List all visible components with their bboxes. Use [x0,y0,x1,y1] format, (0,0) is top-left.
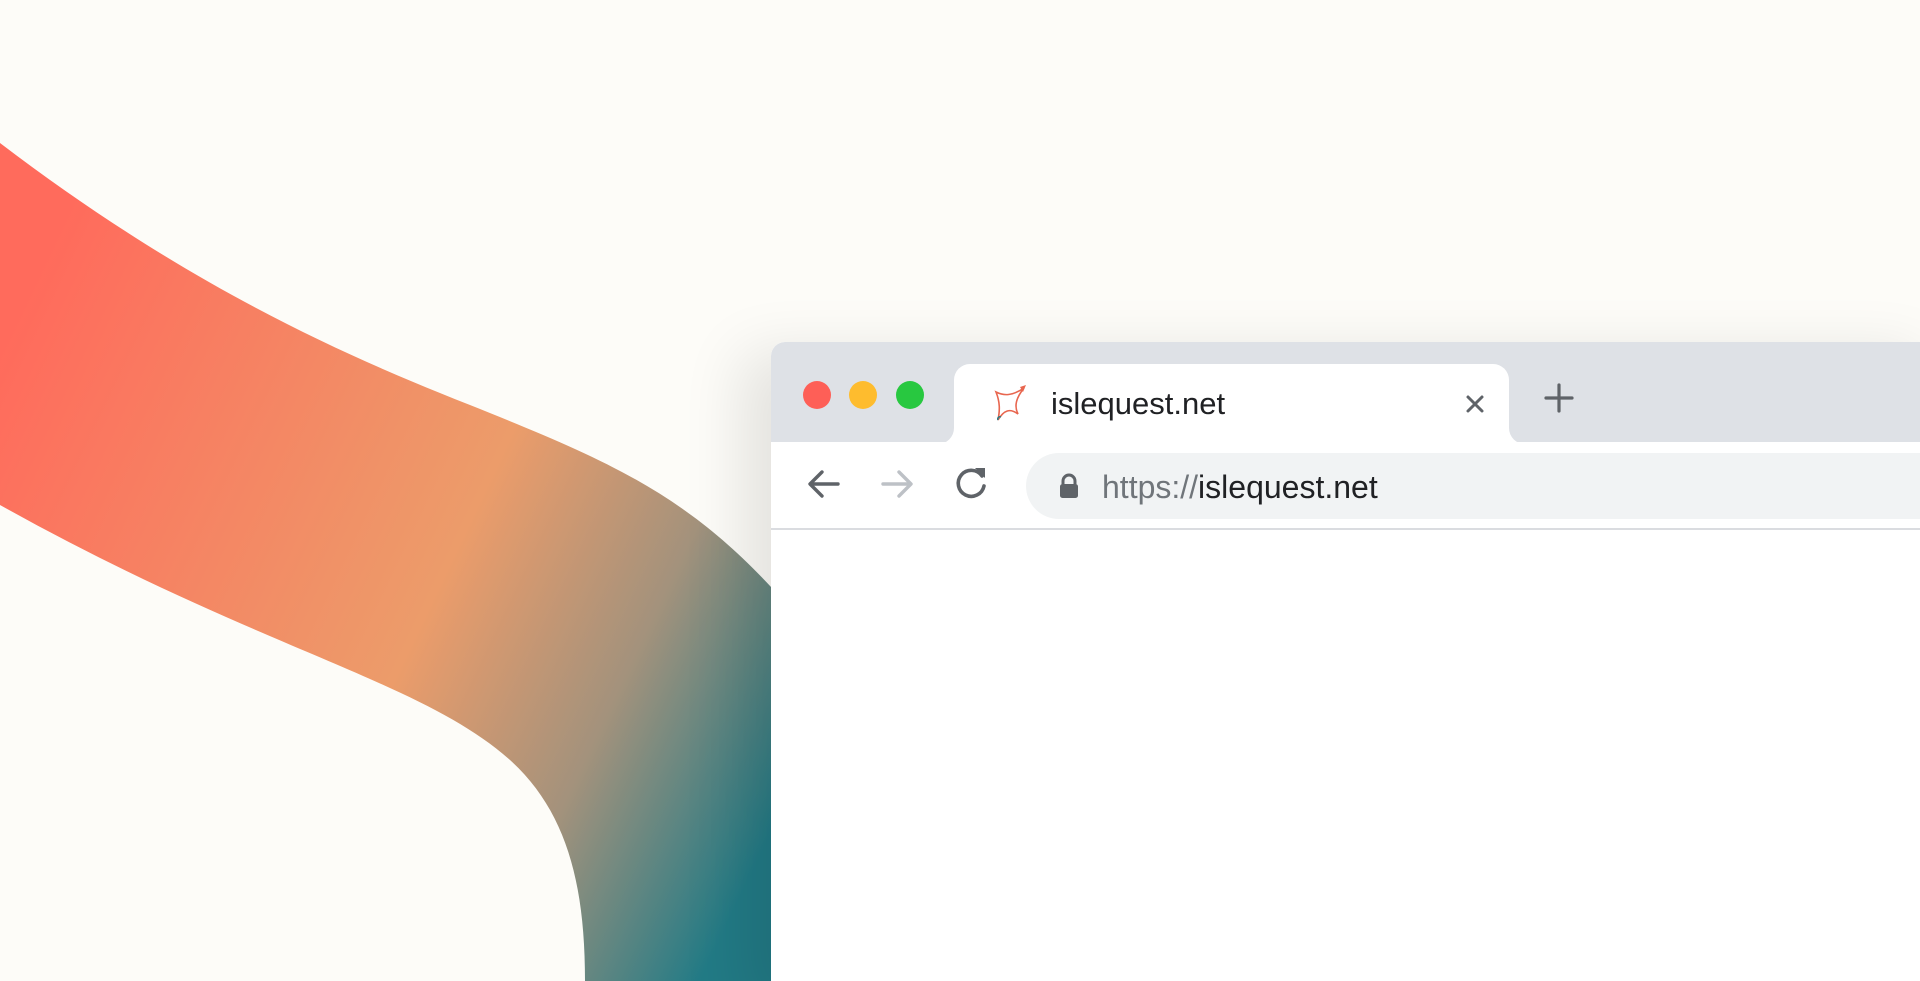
desktop-background: islequest.net https://islequest.net [0,0,1920,981]
navigation-toolbar: https://islequest.net [771,442,1920,530]
address-bar[interactable]: https://islequest.net [1026,453,1920,519]
url-host: islequest.net [1198,469,1378,505]
url-text[interactable]: https://islequest.net [1102,467,1378,507]
active-tab[interactable]: islequest.net [954,364,1509,444]
lock-icon [1060,473,1078,498]
window-minimize-button[interactable] [849,381,877,409]
page-content [771,530,1920,981]
arrow-left-icon[interactable] [804,464,844,504]
islequest-star-logo-icon [994,385,1026,421]
window-maximize-button[interactable] [896,381,924,409]
plus-icon[interactable] [1541,380,1577,416]
url-scheme: https:// [1102,469,1199,505]
close-icon[interactable] [1461,390,1489,418]
tab-title: islequest.net [1051,386,1226,421]
arrow-right-icon[interactable] [877,464,917,504]
browser-window: islequest.net https://islequest.net [771,342,1920,981]
window-close-button[interactable] [803,381,831,409]
reload-icon[interactable] [951,464,991,504]
tab-strip: islequest.net [771,342,1920,444]
